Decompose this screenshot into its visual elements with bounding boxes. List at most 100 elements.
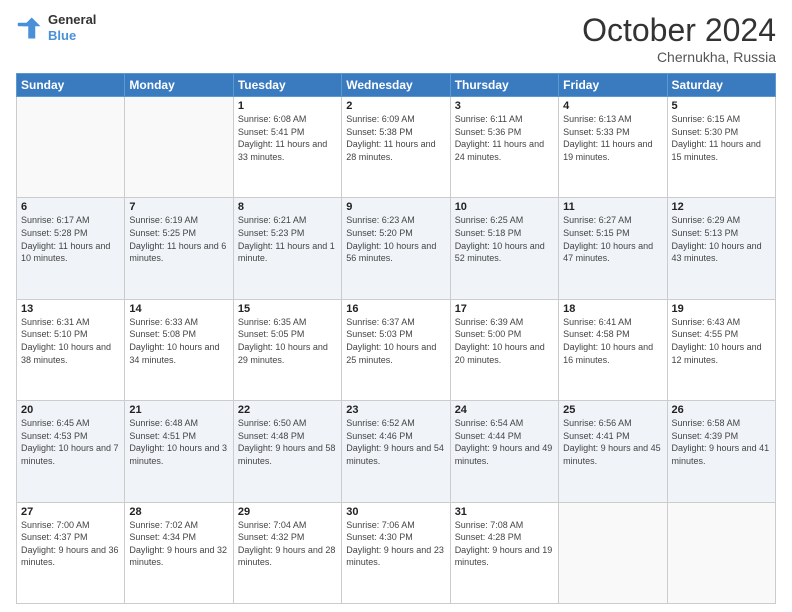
calendar-week-row: 1Sunrise: 6:08 AMSunset: 5:41 PMDaylight… xyxy=(17,97,776,198)
calendar-cell: 14Sunrise: 6:33 AMSunset: 5:08 PMDayligh… xyxy=(125,299,233,400)
calendar-cell: 16Sunrise: 6:37 AMSunset: 5:03 PMDayligh… xyxy=(342,299,450,400)
day-number: 28 xyxy=(129,506,228,518)
day-number: 13 xyxy=(21,303,120,315)
logo: General Blue xyxy=(16,12,96,43)
calendar-cell: 31Sunrise: 7:08 AMSunset: 4:28 PMDayligh… xyxy=(450,502,558,603)
day-number: 1 xyxy=(238,100,337,112)
day-number: 16 xyxy=(346,303,445,315)
calendar-cell xyxy=(125,97,233,198)
day-info: Sunrise: 6:33 AMSunset: 5:08 PMDaylight:… xyxy=(129,316,228,366)
day-info: Sunrise: 6:56 AMSunset: 4:41 PMDaylight:… xyxy=(563,417,662,467)
calendar-week-row: 13Sunrise: 6:31 AMSunset: 5:10 PMDayligh… xyxy=(17,299,776,400)
calendar-cell: 29Sunrise: 7:04 AMSunset: 4:32 PMDayligh… xyxy=(233,502,341,603)
calendar-cell: 19Sunrise: 6:43 AMSunset: 4:55 PMDayligh… xyxy=(667,299,775,400)
calendar-cell: 18Sunrise: 6:41 AMSunset: 4:58 PMDayligh… xyxy=(559,299,667,400)
day-info: Sunrise: 6:15 AMSunset: 5:30 PMDaylight:… xyxy=(672,113,771,163)
day-number: 15 xyxy=(238,303,337,315)
logo-text: General Blue xyxy=(48,12,96,43)
calendar-cell: 9Sunrise: 6:23 AMSunset: 5:20 PMDaylight… xyxy=(342,198,450,299)
day-number: 11 xyxy=(563,201,662,213)
calendar-cell: 21Sunrise: 6:48 AMSunset: 4:51 PMDayligh… xyxy=(125,401,233,502)
calendar-cell: 30Sunrise: 7:06 AMSunset: 4:30 PMDayligh… xyxy=(342,502,450,603)
calendar-cell: 24Sunrise: 6:54 AMSunset: 4:44 PMDayligh… xyxy=(450,401,558,502)
day-info: Sunrise: 7:00 AMSunset: 4:37 PMDaylight:… xyxy=(21,519,120,569)
day-number: 10 xyxy=(455,201,554,213)
day-number: 29 xyxy=(238,506,337,518)
calendar-week-row: 20Sunrise: 6:45 AMSunset: 4:53 PMDayligh… xyxy=(17,401,776,502)
day-number: 12 xyxy=(672,201,771,213)
weekday-header: Thursday xyxy=(450,74,558,97)
day-info: Sunrise: 7:06 AMSunset: 4:30 PMDaylight:… xyxy=(346,519,445,569)
calendar-cell: 2Sunrise: 6:09 AMSunset: 5:38 PMDaylight… xyxy=(342,97,450,198)
day-info: Sunrise: 6:08 AMSunset: 5:41 PMDaylight:… xyxy=(238,113,337,163)
calendar-cell: 7Sunrise: 6:19 AMSunset: 5:25 PMDaylight… xyxy=(125,198,233,299)
day-number: 25 xyxy=(563,404,662,416)
day-info: Sunrise: 6:31 AMSunset: 5:10 PMDaylight:… xyxy=(21,316,120,366)
day-number: 22 xyxy=(238,404,337,416)
calendar-cell: 1Sunrise: 6:08 AMSunset: 5:41 PMDaylight… xyxy=(233,97,341,198)
day-info: Sunrise: 6:11 AMSunset: 5:36 PMDaylight:… xyxy=(455,113,554,163)
logo-icon xyxy=(16,14,44,42)
day-info: Sunrise: 6:43 AMSunset: 4:55 PMDaylight:… xyxy=(672,316,771,366)
calendar-cell xyxy=(17,97,125,198)
day-number: 8 xyxy=(238,201,337,213)
day-info: Sunrise: 6:27 AMSunset: 5:15 PMDaylight:… xyxy=(563,214,662,264)
calendar-cell: 17Sunrise: 6:39 AMSunset: 5:00 PMDayligh… xyxy=(450,299,558,400)
weekday-header: Wednesday xyxy=(342,74,450,97)
calendar-week-row: 27Sunrise: 7:00 AMSunset: 4:37 PMDayligh… xyxy=(17,502,776,603)
calendar-cell: 27Sunrise: 7:00 AMSunset: 4:37 PMDayligh… xyxy=(17,502,125,603)
calendar-cell: 23Sunrise: 6:52 AMSunset: 4:46 PMDayligh… xyxy=(342,401,450,502)
day-number: 2 xyxy=(346,100,445,112)
day-number: 27 xyxy=(21,506,120,518)
day-number: 19 xyxy=(672,303,771,315)
calendar-cell: 12Sunrise: 6:29 AMSunset: 5:13 PMDayligh… xyxy=(667,198,775,299)
day-info: Sunrise: 6:35 AMSunset: 5:05 PMDaylight:… xyxy=(238,316,337,366)
logo-line1: General xyxy=(48,12,96,28)
day-info: Sunrise: 6:19 AMSunset: 5:25 PMDaylight:… xyxy=(129,214,228,264)
day-info: Sunrise: 6:17 AMSunset: 5:28 PMDaylight:… xyxy=(21,214,120,264)
title-block: October 2024 Chernukha, Russia xyxy=(582,12,776,65)
day-info: Sunrise: 6:13 AMSunset: 5:33 PMDaylight:… xyxy=(563,113,662,163)
day-number: 31 xyxy=(455,506,554,518)
weekday-header: Tuesday xyxy=(233,74,341,97)
day-number: 24 xyxy=(455,404,554,416)
day-number: 3 xyxy=(455,100,554,112)
day-number: 6 xyxy=(21,201,120,213)
month-title: October 2024 xyxy=(582,12,776,49)
day-info: Sunrise: 7:04 AMSunset: 4:32 PMDaylight:… xyxy=(238,519,337,569)
day-info: Sunrise: 6:39 AMSunset: 5:00 PMDaylight:… xyxy=(455,316,554,366)
calendar-cell: 26Sunrise: 6:58 AMSunset: 4:39 PMDayligh… xyxy=(667,401,775,502)
day-number: 4 xyxy=(563,100,662,112)
day-number: 26 xyxy=(672,404,771,416)
day-number: 20 xyxy=(21,404,120,416)
calendar-cell: 8Sunrise: 6:21 AMSunset: 5:23 PMDaylight… xyxy=(233,198,341,299)
day-info: Sunrise: 6:41 AMSunset: 4:58 PMDaylight:… xyxy=(563,316,662,366)
day-number: 14 xyxy=(129,303,228,315)
weekday-header: Monday xyxy=(125,74,233,97)
calendar-table: SundayMondayTuesdayWednesdayThursdayFrid… xyxy=(16,73,776,604)
calendar-cell: 13Sunrise: 6:31 AMSunset: 5:10 PMDayligh… xyxy=(17,299,125,400)
calendar-cell: 22Sunrise: 6:50 AMSunset: 4:48 PMDayligh… xyxy=(233,401,341,502)
calendar-cell xyxy=(667,502,775,603)
day-number: 18 xyxy=(563,303,662,315)
day-number: 7 xyxy=(129,201,228,213)
calendar-header-row: SundayMondayTuesdayWednesdayThursdayFrid… xyxy=(17,74,776,97)
day-info: Sunrise: 6:23 AMSunset: 5:20 PMDaylight:… xyxy=(346,214,445,264)
day-info: Sunrise: 6:50 AMSunset: 4:48 PMDaylight:… xyxy=(238,417,337,467)
weekday-header: Friday xyxy=(559,74,667,97)
weekday-header: Saturday xyxy=(667,74,775,97)
day-info: Sunrise: 6:45 AMSunset: 4:53 PMDaylight:… xyxy=(21,417,120,467)
day-info: Sunrise: 6:37 AMSunset: 5:03 PMDaylight:… xyxy=(346,316,445,366)
day-number: 23 xyxy=(346,404,445,416)
page: General Blue October 2024 Chernukha, Rus… xyxy=(0,0,792,612)
location: Chernukha, Russia xyxy=(582,49,776,65)
logo-line2: Blue xyxy=(48,28,96,44)
calendar-cell: 6Sunrise: 6:17 AMSunset: 5:28 PMDaylight… xyxy=(17,198,125,299)
day-info: Sunrise: 6:21 AMSunset: 5:23 PMDaylight:… xyxy=(238,214,337,264)
calendar-cell: 4Sunrise: 6:13 AMSunset: 5:33 PMDaylight… xyxy=(559,97,667,198)
day-info: Sunrise: 6:29 AMSunset: 5:13 PMDaylight:… xyxy=(672,214,771,264)
day-number: 17 xyxy=(455,303,554,315)
day-number: 5 xyxy=(672,100,771,112)
day-number: 9 xyxy=(346,201,445,213)
calendar-cell xyxy=(559,502,667,603)
